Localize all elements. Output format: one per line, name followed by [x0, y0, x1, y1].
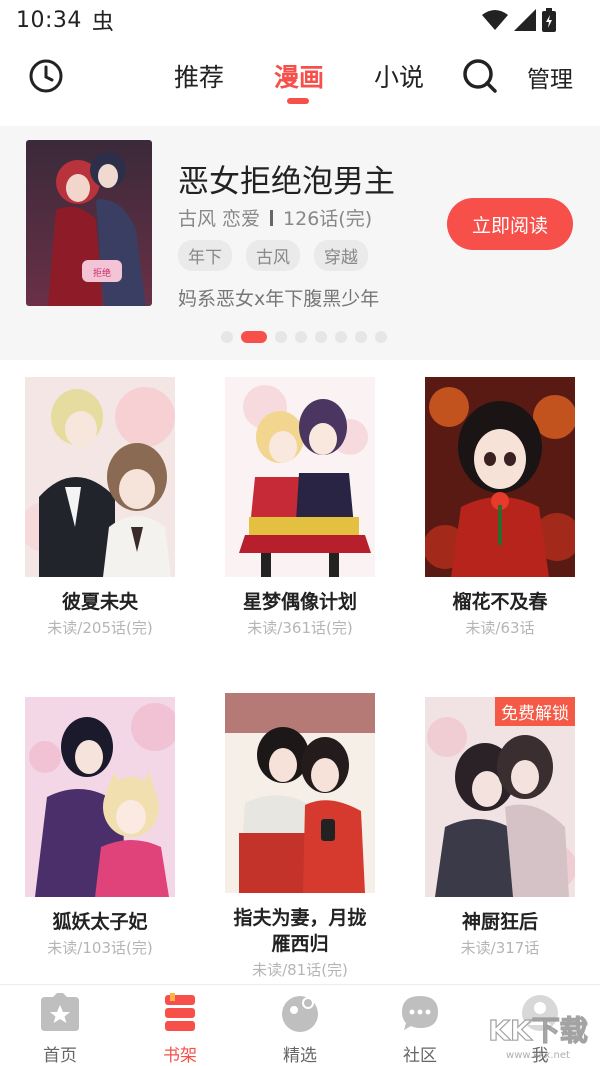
nav-item-home[interactable]: 首页 — [20, 993, 100, 1066]
carousel-dot-active[interactable] — [241, 331, 267, 343]
battery-icon — [542, 8, 556, 32]
read-now-button[interactable]: 立即阅读 — [447, 198, 573, 250]
carousel-dot[interactable] — [275, 331, 287, 343]
book-progress: 未读/81话(完) — [252, 961, 348, 979]
tab-novels[interactable]: 小说 — [374, 58, 424, 94]
banner-description: 妈系恶女x年下腹黑少年 — [178, 288, 380, 310]
meta-divider — [270, 209, 274, 226]
nav-item-community[interactable]: 社区 — [380, 993, 460, 1066]
free-unlock-badge: 免费解锁 — [495, 697, 575, 726]
nav-item-featured[interactable]: 精选 — [260, 993, 340, 1066]
svg-text:KK下载: KK下载 — [488, 1014, 587, 1047]
banner-tags: 年下 古风 穿越 — [178, 240, 368, 271]
book-card[interactable]: 彼夏未央 未读/205话(完) — [25, 377, 175, 638]
tag: 古风 — [246, 240, 300, 271]
banner-meta: 古风 恋爱 126话(完) — [178, 204, 372, 231]
nav-label: 精选 — [283, 1046, 317, 1066]
book-title: 狐妖太子妃 — [52, 911, 148, 933]
book-title: 彼夏未央 — [61, 591, 138, 613]
carousel-dot[interactable] — [315, 331, 327, 343]
book-cover-image[interactable] — [225, 377, 375, 577]
bookshelf-icon — [165, 993, 195, 1031]
carousel-dot[interactable] — [221, 331, 233, 343]
banner-cover-image[interactable]: 拒绝 — [26, 140, 152, 306]
book-card[interactable]: 狐妖太子妃 未读/103话(完) — [25, 697, 175, 958]
carousel-dot[interactable] — [295, 331, 307, 343]
book-title: 星梦偶像计划 — [242, 591, 357, 613]
book-title: 榴花不及春 — [452, 591, 548, 613]
carousel-dot[interactable] — [355, 331, 367, 343]
book-card[interactable]: 免费解锁 神厨狂后 未读/317话 — [425, 697, 575, 958]
book-cover-image[interactable] — [25, 697, 175, 897]
kk-download-watermark-logo: KK下载 www.kkx.net — [488, 1013, 589, 1061]
carousel-dot[interactable] — [375, 331, 387, 343]
status-time: 10:34 — [16, 7, 82, 33]
book-progress: 未读/205话(完) — [47, 619, 153, 637]
nav-label: 社区 — [403, 1046, 437, 1066]
featured-icon — [282, 996, 318, 1032]
status-icons — [482, 8, 556, 32]
book-cover-image[interactable] — [225, 693, 375, 893]
banner-chapters: 126话(完) — [283, 208, 373, 230]
banner-title: 恶女拒绝泡男主 — [178, 164, 395, 200]
carousel-indicator[interactable] — [221, 331, 387, 343]
chat-bubble-icon — [402, 996, 438, 1030]
tag: 年下 — [178, 240, 232, 271]
nav-label: 书架 — [163, 1046, 197, 1066]
banner-genres: 古风 恋爱 — [178, 208, 261, 230]
book-title: 指夫为妻，月拢雁西归 — [233, 907, 367, 955]
svg-text:拒绝: 拒绝 — [93, 267, 111, 279]
manage-button[interactable]: 管理 — [527, 60, 573, 94]
bug-notification-icon: 虫 — [91, 10, 114, 35]
book-title: 神厨狂后 — [461, 911, 538, 933]
tag: 穿越 — [314, 240, 368, 271]
svg-text:www.kkx.net: www.kkx.net — [506, 1050, 570, 1061]
tab-comics[interactable]: 漫画 — [274, 58, 324, 94]
book-card[interactable]: 星梦偶像计划 未读/361话(完) — [225, 377, 375, 638]
book-progress: 未读/103话(完) — [47, 939, 153, 957]
status-bar: 10:34 虫 — [0, 0, 600, 40]
book-cover-image[interactable] — [25, 377, 175, 577]
featured-banner[interactable]: 拒绝 恶女拒绝泡男主 古风 恋爱 126话(完) 年下 古风 穿越 妈系恶女x年… — [0, 126, 600, 360]
home-star-icon — [41, 993, 79, 1031]
book-cover-image[interactable]: 免费解锁 — [425, 697, 575, 897]
book-progress: 未读/63话 — [465, 619, 535, 637]
book-progress: 未读/361话(完) — [247, 619, 353, 637]
nav-label: 首页 — [43, 1046, 77, 1066]
tab-recommend[interactable]: 推荐 — [174, 58, 224, 94]
wifi-icon — [482, 10, 508, 30]
carousel-dot[interactable] — [335, 331, 347, 343]
book-cover-image[interactable] — [425, 377, 575, 577]
nav-item-bookshelf[interactable]: 书架 — [140, 993, 220, 1066]
book-progress: 未读/317话 — [460, 939, 540, 957]
history-clock-icon[interactable] — [28, 58, 64, 94]
top-nav: 推荐 漫画 小说 管理 — [0, 48, 600, 108]
book-card[interactable]: 指夫为妻，月拢雁西归 未读/81话(完) — [225, 693, 375, 980]
active-tab-indicator — [287, 98, 309, 104]
signal-icon — [514, 9, 536, 31]
search-icon[interactable] — [462, 58, 498, 94]
book-card[interactable]: 榴花不及春 未读/63话 — [425, 377, 575, 638]
